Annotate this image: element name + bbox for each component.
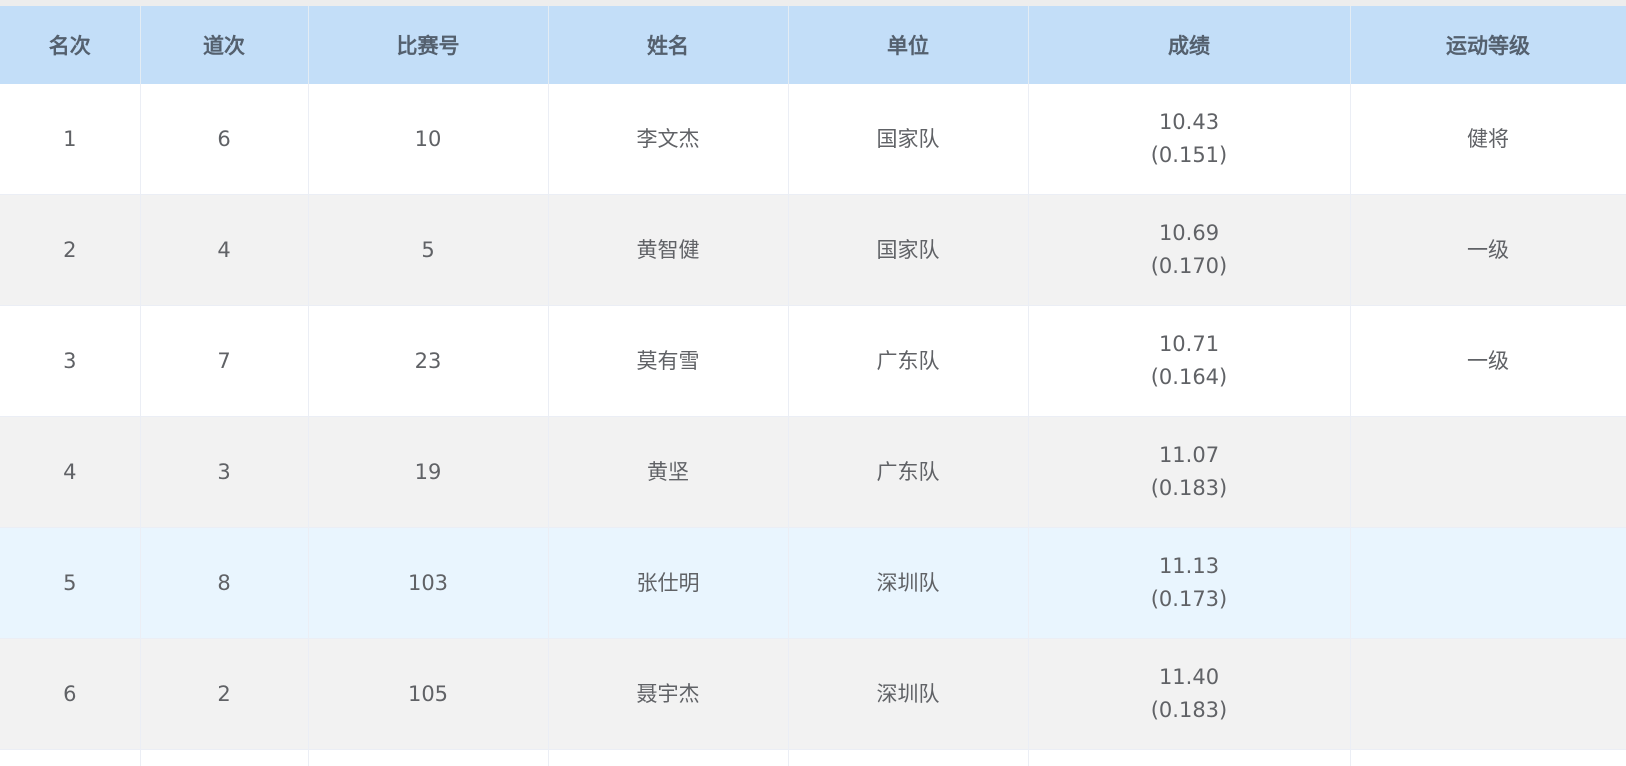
result-reaction: (0.183) <box>1150 698 1228 722</box>
cell-name: 莫有雪 <box>548 305 789 417</box>
cell-result: 10.69 (0.170) <box>1028 194 1351 306</box>
table-row[interactable]: 6 2 105 聂宇杰 深圳队 11.40 (0.183) <box>0 638 1626 750</box>
table-header-row: 名次 道次 比赛号 姓名 单位 成绩 运动等级 <box>0 6 1626 84</box>
cell-lane: 8 <box>140 527 309 639</box>
result-reaction: (0.173) <box>1150 587 1228 611</box>
cell-unit: 深圳队 <box>788 638 1029 750</box>
cell-unit: 深圳队 <box>788 527 1029 639</box>
result-time: 10.71 <box>1158 332 1220 356</box>
cell-rank: 4 <box>0 416 141 528</box>
cell-bib: 23 <box>308 305 549 417</box>
result-time: 11.40 <box>1158 665 1220 689</box>
header-bib[interactable]: 比赛号 <box>308 6 549 84</box>
cell-empty <box>788 749 1029 766</box>
cell-rank: 6 <box>0 638 141 750</box>
cell-result: 10.43 (0.151) <box>1028 84 1351 195</box>
cell-unit: 国家队 <box>788 84 1029 195</box>
cell-rank: 1 <box>0 84 141 195</box>
cell-bib: 105 <box>308 638 549 750</box>
cell-empty <box>1350 749 1626 766</box>
cell-bib: 5 <box>308 194 549 306</box>
table-row[interactable]: 3 7 23 莫有雪 广东队 10.71 (0.164) 一级 <box>0 305 1626 417</box>
result-time: 11.07 <box>1158 443 1220 467</box>
cell-result: 11.13 (0.173) <box>1028 527 1351 639</box>
table-row[interactable]: 2 4 5 黄智健 国家队 10.69 (0.170) 一级 <box>0 194 1626 306</box>
cell-grade: 一级 <box>1350 305 1626 417</box>
cell-empty <box>140 749 309 766</box>
cell-grade <box>1350 527 1626 639</box>
cell-empty <box>548 749 789 766</box>
cell-grade: 一级 <box>1350 194 1626 306</box>
header-unit[interactable]: 单位 <box>788 6 1029 84</box>
cell-empty <box>0 749 141 766</box>
header-grade[interactable]: 运动等级 <box>1350 6 1626 84</box>
cell-name: 张仕明 <box>548 527 789 639</box>
cell-name: 黄智健 <box>548 194 789 306</box>
result-reaction: (0.164) <box>1150 365 1228 389</box>
result-reaction: (0.151) <box>1150 143 1228 167</box>
results-table: 名次 道次 比赛号 姓名 单位 成绩 运动等级 1 6 10 李文杰 国家队 1… <box>0 6 1626 766</box>
cell-unit: 广东队 <box>788 416 1029 528</box>
header-name[interactable]: 姓名 <box>548 6 789 84</box>
cell-rank: 5 <box>0 527 141 639</box>
cell-name: 聂宇杰 <box>548 638 789 750</box>
cell-lane: 3 <box>140 416 309 528</box>
cell-empty <box>308 749 549 766</box>
result-reaction: (0.170) <box>1150 254 1228 278</box>
header-rank[interactable]: 名次 <box>0 6 141 84</box>
table-row[interactable]: 4 3 19 黄坚 广东队 11.07 (0.183) <box>0 416 1626 528</box>
results-table-container: 名次 道次 比赛号 姓名 单位 成绩 运动等级 1 6 10 李文杰 国家队 1… <box>0 6 1626 766</box>
cell-result: 11.40 (0.183) <box>1028 638 1351 750</box>
cell-unit: 广东队 <box>788 305 1029 417</box>
result-time: 10.69 <box>1158 221 1220 245</box>
result-reaction: (0.183) <box>1150 476 1228 500</box>
cell-grade: 健将 <box>1350 84 1626 195</box>
cell-grade <box>1350 416 1626 528</box>
header-lane[interactable]: 道次 <box>140 6 309 84</box>
table-row[interactable] <box>0 749 1626 766</box>
cell-rank: 3 <box>0 305 141 417</box>
cell-name: 黄坚 <box>548 416 789 528</box>
table-row[interactable]: 5 8 103 张仕明 深圳队 11.13 (0.173) <box>0 527 1626 639</box>
cell-bib: 10 <box>308 84 549 195</box>
cell-grade <box>1350 638 1626 750</box>
cell-lane: 2 <box>140 638 309 750</box>
cell-unit: 国家队 <box>788 194 1029 306</box>
cell-lane: 4 <box>140 194 309 306</box>
result-time: 10.43 <box>1158 110 1220 134</box>
cell-lane: 7 <box>140 305 309 417</box>
cell-lane: 6 <box>140 84 309 195</box>
result-time: 11.13 <box>1158 554 1220 578</box>
table-row[interactable]: 1 6 10 李文杰 国家队 10.43 (0.151) 健将 <box>0 84 1626 195</box>
cell-result: 10.71 (0.164) <box>1028 305 1351 417</box>
cell-name: 李文杰 <box>548 84 789 195</box>
header-result[interactable]: 成绩 <box>1028 6 1351 84</box>
cell-result: 11.07 (0.183) <box>1028 416 1351 528</box>
cell-bib: 103 <box>308 527 549 639</box>
cell-rank: 2 <box>0 194 141 306</box>
cell-empty <box>1028 749 1351 766</box>
cell-bib: 19 <box>308 416 549 528</box>
